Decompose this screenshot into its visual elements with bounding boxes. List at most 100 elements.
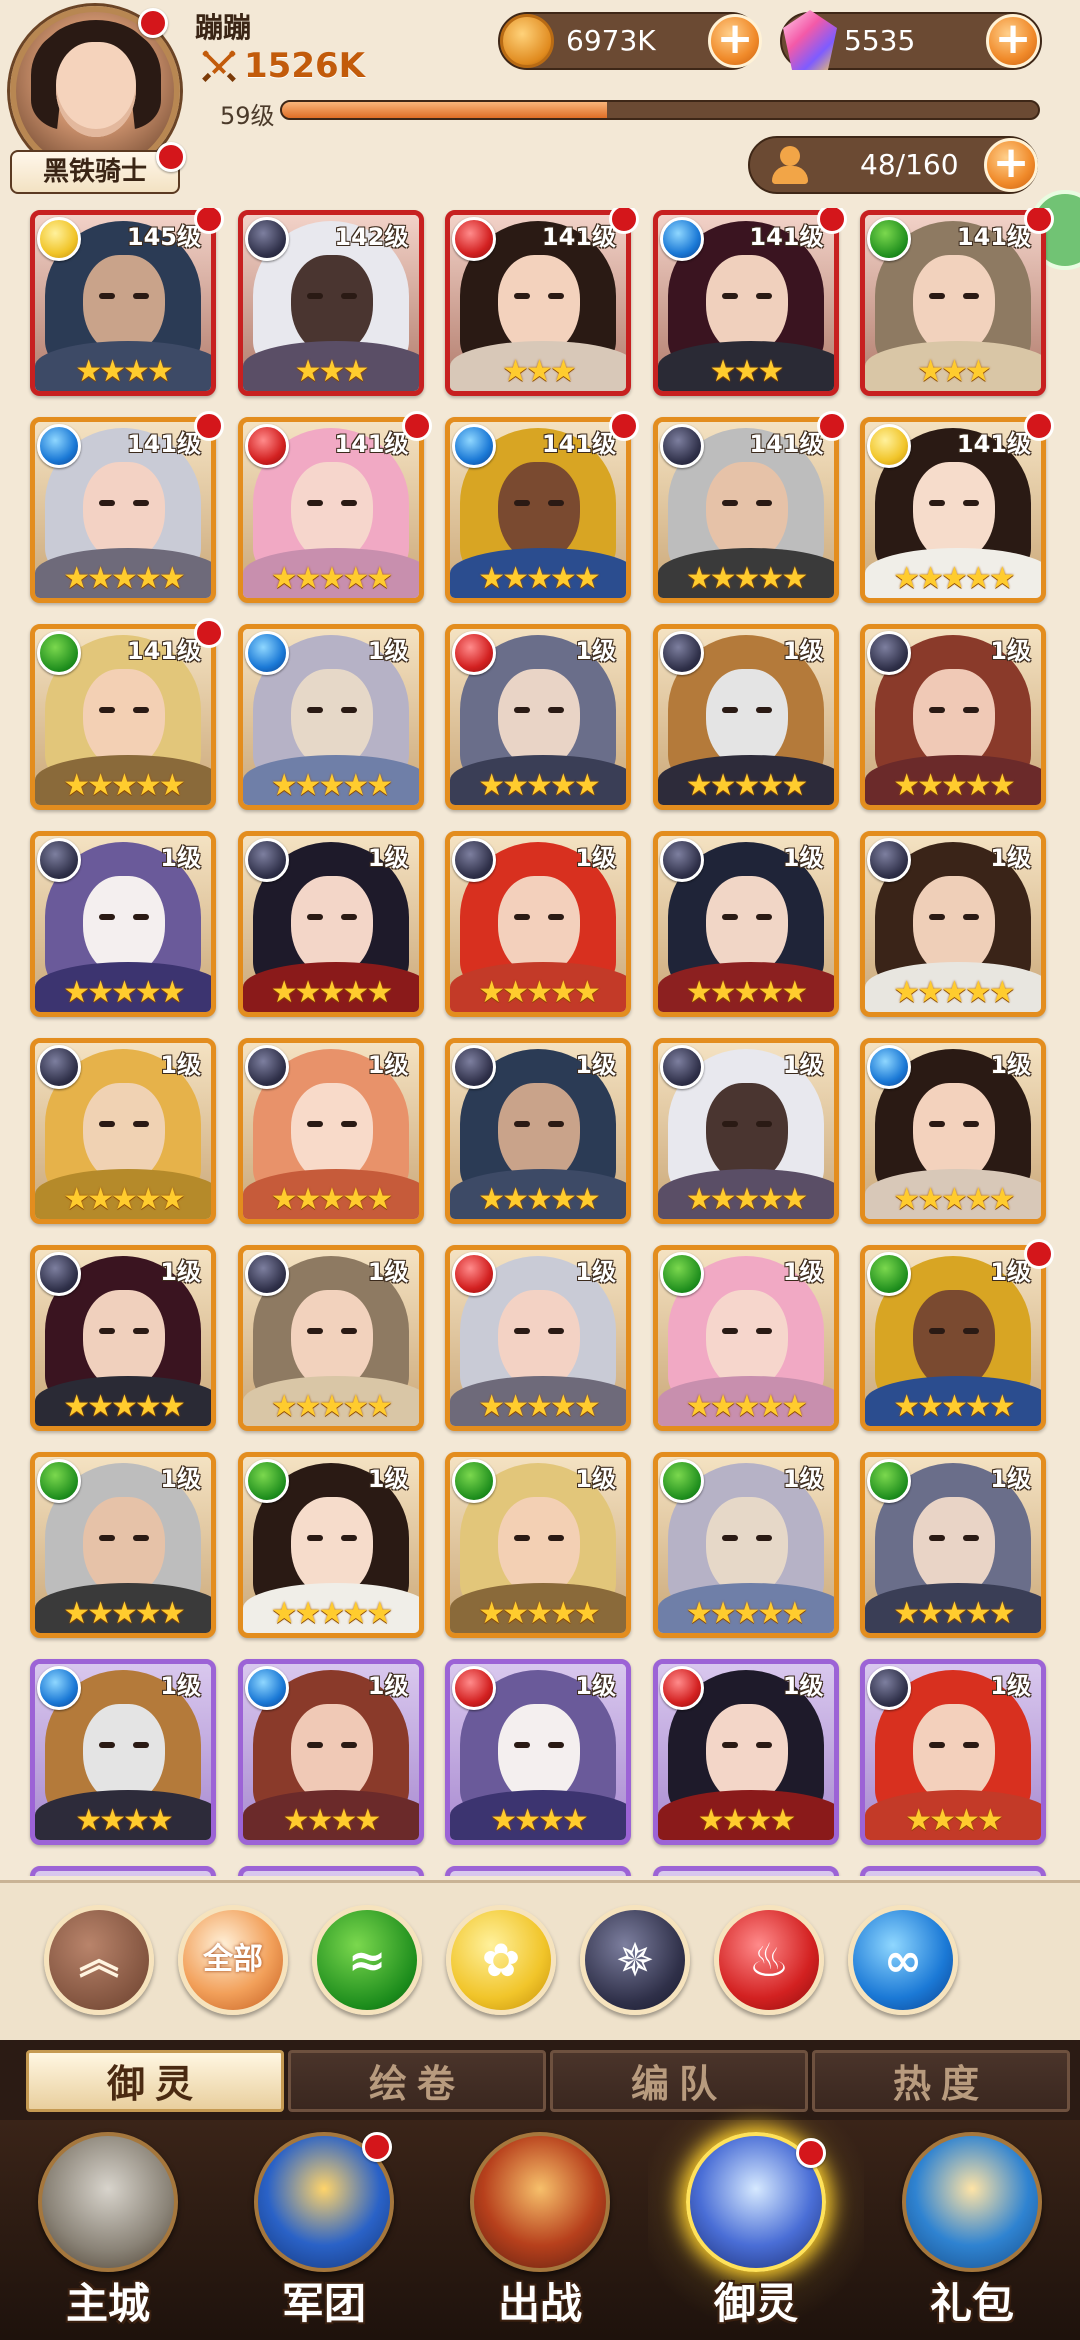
hero-card[interactable]: 1级 ★★★★ <box>30 1659 216 1845</box>
dark-element-icon <box>244 217 289 261</box>
hero-card[interactable]: 1级 ★★★★★ <box>237 831 424 1017</box>
hero-notification-dot <box>816 411 847 441</box>
hero-card[interactable] <box>860 1866 1046 1876</box>
hero-card[interactable] <box>652 1866 839 1876</box>
hero-card[interactable]: 1级 ★★★★★ <box>30 1452 216 1638</box>
nature-element-icon <box>244 1459 289 1503</box>
hero-level: 1级 <box>367 1465 409 1493</box>
hero-card[interactable]: 1级 ★★★★★ <box>30 1038 216 1224</box>
star-rating: ★★★★★ <box>685 1596 808 1631</box>
hero-card[interactable]: 1级 ★★★★★ <box>652 831 839 1017</box>
hero-card[interactable]: 141级 ★★★★★ <box>445 417 631 603</box>
filter-fire-button[interactable]: ♨ <box>714 1905 824 2015</box>
hero-card[interactable]: 141级 ★★★★★ <box>30 624 216 810</box>
star-rating: ★★★★★ <box>270 561 393 596</box>
hero-level: 1级 <box>367 1672 409 1700</box>
add-gems-button[interactable]: + <box>986 14 1040 68</box>
hero-card[interactable]: 1级 ★★★★★ <box>860 1245 1046 1431</box>
tab-popularity[interactable]: 热度 <box>812 2050 1070 2112</box>
nav-gift-pack[interactable]: 礼包 <box>864 2120 1080 2340</box>
hero-card[interactable]: 1级 ★★★★ <box>652 1659 839 1845</box>
fire-element-icon <box>452 1666 496 1710</box>
nav-main-city[interactable]: 主城 <box>0 2120 216 2340</box>
hero-card[interactable]: 1级 ★★★★★ <box>445 831 631 1017</box>
hero-card[interactable]: 141级 ★★★ <box>445 210 631 396</box>
hero-level: 141级 <box>541 430 616 458</box>
hero-card-grid: 145级 ★★★★ 142级 ★★★ 141级 ★★★ 141级 ★★★ 141级 ★★★ 141级… <box>0 208 1080 1876</box>
hero-card[interactable] <box>237 1866 424 1876</box>
hero-card[interactable]: 1级 ★★★★★ <box>445 624 631 810</box>
hero-card[interactable] <box>445 1866 631 1876</box>
hero-card[interactable]: 1级 ★★★★★ <box>445 1452 631 1638</box>
nav-battle[interactable]: 出战 <box>432 2120 648 2340</box>
hero-card[interactable]: 141级 ★★★★★ <box>860 417 1046 603</box>
hero-card[interactable]: 145级 ★★★★ <box>30 210 216 396</box>
expand-roster-button[interactable]: + <box>984 138 1038 192</box>
hero-level: 1级 <box>990 1465 1031 1493</box>
nav-label-gift-pack: 礼包 <box>929 2279 1014 2328</box>
nav-label-battle: 出战 <box>497 2279 582 2328</box>
battle-sword-icon <box>470 2132 610 2272</box>
hero-card[interactable]: 1级 ★★★★★ <box>237 624 424 810</box>
gem-value: 5535 <box>844 24 916 57</box>
nav-legion[interactable]: 军团 <box>216 2120 432 2340</box>
hero-card[interactable]: 141级 ★★★★★ <box>30 417 216 603</box>
star-rating: ★★★★ <box>75 1803 174 1838</box>
hero-level: 1级 <box>575 1465 616 1493</box>
light-element-icon <box>37 217 81 261</box>
add-coins-button[interactable]: + <box>708 14 762 68</box>
fire-element-icon <box>452 631 496 675</box>
nav-label-main-city: 主城 <box>65 2279 150 2328</box>
hero-card[interactable] <box>30 1866 216 1876</box>
hero-card[interactable]: 1级 ★★★★★ <box>445 1245 631 1431</box>
hero-card[interactable]: 1级 ★★★★ <box>445 1659 631 1845</box>
hero-card[interactable]: 1级 ★★★★★ <box>652 624 839 810</box>
filter-light-button[interactable]: ✿ <box>446 1905 556 2015</box>
coin-value: 6973K <box>566 24 656 57</box>
hero-card[interactable]: 1级 ★★★★★ <box>237 1038 424 1224</box>
hero-card[interactable]: 1级 ★★★★★ <box>652 1245 839 1431</box>
hero-card[interactable]: 1级 ★★★★ <box>860 1659 1046 1845</box>
hero-card[interactable]: 1级 ★★★★ <box>237 1659 424 1845</box>
hero-card[interactable]: 1级 ★★★★★ <box>860 1038 1046 1224</box>
star-rating: ★★★★★ <box>63 1182 185 1217</box>
star-rating: ★★★★★ <box>478 1596 600 1631</box>
double-chevron-up-icon[interactable]: ︽ <box>44 1905 154 2015</box>
hero-card[interactable]: 1级 ★★★★★ <box>445 1038 631 1224</box>
star-rating: ★★★★★ <box>685 768 808 803</box>
hero-card[interactable]: 1级 ★★★★★ <box>30 831 216 1017</box>
hero-card[interactable]: 141级 ★★★ <box>652 210 839 396</box>
hero-level: 1级 <box>367 844 409 872</box>
tab-album[interactable]: 绘卷 <box>288 2050 546 2112</box>
star-rating: ★★★★★ <box>63 561 185 596</box>
filter-all-button[interactable]: 全部 <box>178 1905 288 2015</box>
hero-card[interactable]: 1级 ★★★★★ <box>237 1245 424 1431</box>
tab-formation[interactable]: 编队 <box>550 2050 808 2112</box>
filter-water-button[interactable]: ∞ <box>848 1905 958 2015</box>
hero-card[interactable]: 1级 ★★★★★ <box>860 831 1046 1017</box>
avatar-face <box>56 42 136 137</box>
filter-nature-button[interactable]: ≈ <box>312 1905 422 2015</box>
filter-dark-button[interactable]: ✵ <box>580 1905 690 2015</box>
hero-card[interactable]: 141级 ★★★ <box>860 210 1046 396</box>
star-rating: ★★★★★ <box>685 975 808 1010</box>
hero-card[interactable]: 1级 ★★★★★ <box>30 1245 216 1431</box>
hero-card[interactable]: 1级 ★★★★★ <box>237 1452 424 1638</box>
hero-card[interactable]: 1级 ★★★★★ <box>652 1038 839 1224</box>
dark-element-icon <box>867 838 911 882</box>
nav-spirits[interactable]: 御灵 <box>648 2120 864 2340</box>
tab-spirits[interactable]: 御灵 <box>26 2050 284 2112</box>
hero-card[interactable]: 1级 ★★★★★ <box>860 1452 1046 1638</box>
star-rating: ★★★ <box>709 354 785 389</box>
hero-card[interactable]: 142级 ★★★ <box>237 210 424 396</box>
hero-level: 141级 <box>749 223 824 251</box>
hero-card[interactable]: 1级 ★★★★★ <box>652 1452 839 1638</box>
star-rating: ★★★ <box>502 354 577 389</box>
hero-card[interactable]: 1级 ★★★★★ <box>860 624 1046 810</box>
star-rating: ★★★★★ <box>63 768 185 803</box>
hero-level: 1级 <box>575 1672 616 1700</box>
hero-card[interactable]: 141级 ★★★★★ <box>652 417 839 603</box>
hero-card[interactable]: 141级 ★★★★★ <box>237 417 424 603</box>
player-title-badge[interactable]: 黑铁骑士 <box>10 150 180 194</box>
dark-element-icon <box>659 631 704 675</box>
